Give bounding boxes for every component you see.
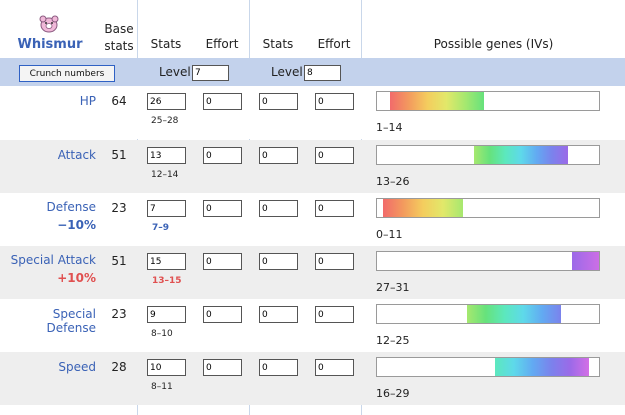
base-stat-value: 23 [111,201,127,215]
stat-range: 8–10 [151,329,173,339]
stat-name[interactable]: Attack [0,148,96,162]
iv-range-text: 27–31 [376,281,410,294]
effort-input[interactable] [315,253,354,270]
iv-range-text: 13–26 [376,175,410,188]
stat-name[interactable]: HP [0,94,96,108]
stat-input[interactable] [259,147,298,164]
effort-input[interactable] [315,200,354,217]
iv-range-fill [383,199,463,217]
stat-input[interactable] [147,147,186,164]
stat-input[interactable] [147,200,186,217]
effort-input[interactable] [315,147,354,164]
level-label-1: Level [159,65,191,79]
iv-range-fill [495,358,589,376]
level-input-1[interactable] [192,65,229,81]
effort-header-2: Effort [317,37,351,51]
stat-name[interactable]: Special Defense [0,307,96,335]
base-stat-value: 28 [111,360,127,374]
stat-range: 12–14 [151,170,179,180]
stat-input[interactable] [259,200,298,217]
stat-input[interactable] [147,359,186,376]
base-stat-value: 64 [111,94,127,108]
iv-range-text: 16–29 [376,387,410,400]
base-stat-value: 23 [111,307,127,321]
iv-range-fill [572,252,599,270]
iv-range-bar [376,251,600,271]
base-stat-value: 51 [111,148,127,162]
stat-name[interactable]: Defense [0,200,96,214]
iv-range-bar [376,198,600,218]
stat-input[interactable] [259,359,298,376]
level-input-2[interactable] [304,65,341,81]
stat-input[interactable] [259,253,298,270]
stat-name[interactable]: Speed [0,360,96,374]
effort-input[interactable] [315,359,354,376]
stat-input[interactable] [147,93,186,110]
base-stats-header: Base stats [104,22,134,53]
iv-range-bar [376,145,600,165]
nature-modifier: +10% [57,271,96,285]
crunch-numbers-button[interactable]: Crunch numbers [19,65,115,82]
iv-range-fill [467,305,561,323]
effort-input[interactable] [203,253,242,270]
level-label-2: Level [271,65,303,79]
nature-modifier: −10% [57,218,96,232]
iv-range-fill [474,146,568,164]
iv-range-fill [390,92,484,110]
pokemon-name[interactable]: Whismur [10,37,90,52]
iv-range-bar [376,304,600,324]
stat-name[interactable]: Special Attack [0,253,96,267]
effort-input[interactable] [203,147,242,164]
iv-range-text: 12–25 [376,334,410,347]
stats-header-1: Stats [150,37,182,51]
stats-header-2: Stats [262,37,294,51]
stat-range: 25–28 [151,116,179,126]
stat-input[interactable] [147,306,186,323]
effort-input[interactable] [315,306,354,323]
base-stat-value: 51 [111,254,127,268]
iv-range-text: 0–11 [376,228,403,241]
iv-range-bar [376,91,600,111]
stat-input[interactable] [259,306,298,323]
stat-input[interactable] [259,93,298,110]
effort-input[interactable] [315,93,354,110]
effort-header-1: Effort [205,37,239,51]
effort-input[interactable] [203,306,242,323]
stat-range: 8–11 [151,382,173,392]
stat-range: 13–15 [152,276,182,286]
effort-input[interactable] [203,200,242,217]
effort-input[interactable] [203,359,242,376]
effort-input[interactable] [203,93,242,110]
iv-range-text: 1–14 [376,121,403,134]
genes-header: Possible genes (IVs) [433,37,554,51]
stat-input[interactable] [147,253,186,270]
pokemon-sprite-icon [38,14,60,34]
iv-range-bar [376,357,600,377]
stat-range: 7–9 [152,223,170,233]
